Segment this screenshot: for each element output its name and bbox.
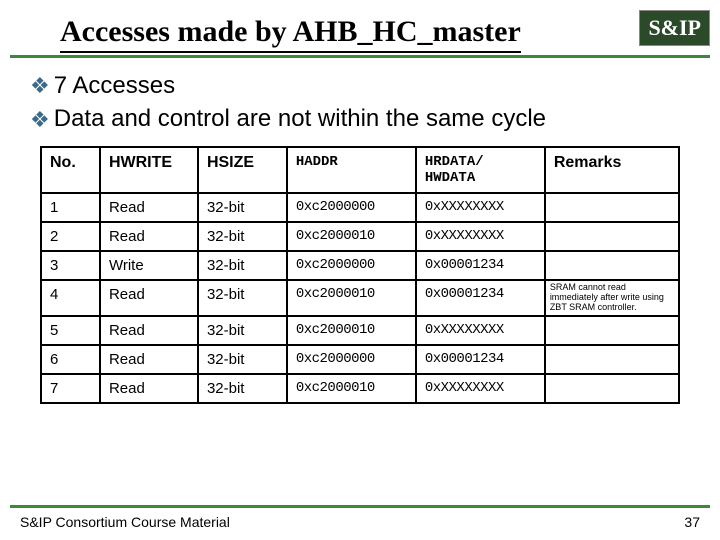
- th-hdata: HRDATA/HWDATA: [416, 147, 545, 193]
- slide: Accesses made by AHB_HC_master S&IP ❖7 A…: [0, 0, 720, 540]
- cell-remarks: [545, 374, 679, 403]
- cell-haddr: 0xc2000000: [287, 193, 416, 222]
- cell-remarks: [545, 222, 679, 251]
- table-header-row: No. HWRITE HSIZE HADDR HRDATA/HWDATA Rem…: [41, 147, 679, 193]
- cell-hdata: 0xXXXXXXXX: [416, 193, 545, 222]
- cell-no: 3: [41, 251, 100, 280]
- th-remarks: Remarks: [545, 147, 679, 193]
- cell-haddr: 0xc2000010: [287, 374, 416, 403]
- cell-no: 6: [41, 345, 100, 374]
- cell-no: 7: [41, 374, 100, 403]
- diamond-icon: ❖: [30, 73, 50, 98]
- cell-hwrite: Read: [100, 280, 198, 316]
- access-table: No. HWRITE HSIZE HADDR HRDATA/HWDATA Rem…: [40, 146, 680, 404]
- cell-haddr: 0xc2000010: [287, 222, 416, 251]
- slide-title: Accesses made by AHB_HC_master: [60, 15, 521, 53]
- cell-no: 1: [41, 193, 100, 222]
- th-haddr: HADDR: [287, 147, 416, 193]
- cell-hdata: 0x00001234: [416, 251, 545, 280]
- table-row: 3Write32-bit0xc20000000x00001234: [41, 251, 679, 280]
- table-row: 2Read32-bit0xc20000100xXXXXXXXX: [41, 222, 679, 251]
- cell-hsize: 32-bit: [198, 316, 287, 345]
- logo-badge: S&IP: [639, 10, 710, 46]
- cell-haddr: 0xc2000000: [287, 345, 416, 374]
- cell-hdata: 0xXXXXXXXX: [416, 374, 545, 403]
- diamond-icon: ❖: [30, 107, 50, 132]
- cell-hdata: 0x00001234: [416, 280, 545, 316]
- cell-hsize: 32-bit: [198, 280, 287, 316]
- table-body: 1Read32-bit0xc20000000xXXXXXXXX2Read32-b…: [41, 193, 679, 403]
- cell-remarks: [545, 251, 679, 280]
- bullet-text: 7 Accesses: [54, 72, 175, 99]
- cell-haddr: 0xc2000000: [287, 251, 416, 280]
- cell-hwrite: Read: [100, 345, 198, 374]
- th-no: No.: [41, 147, 100, 193]
- cell-hsize: 32-bit: [198, 374, 287, 403]
- footer-divider: [10, 505, 710, 508]
- header: Accesses made by AHB_HC_master S&IP: [0, 0, 720, 53]
- bullet-item: ❖Data and control are not within the sam…: [30, 103, 690, 134]
- cell-no: 5: [41, 316, 100, 345]
- cell-no: 2: [41, 222, 100, 251]
- cell-remarks: [545, 345, 679, 374]
- table-row: 1Read32-bit0xc20000000xXXXXXXXX: [41, 193, 679, 222]
- table-container: No. HWRITE HSIZE HADDR HRDATA/HWDATA Rem…: [0, 141, 720, 404]
- table-row: 4Read32-bit0xc20000100x00001234SRAM cann…: [41, 280, 679, 316]
- cell-hwrite: Read: [100, 316, 198, 345]
- cell-haddr: 0xc2000010: [287, 280, 416, 316]
- bullet-list: ❖7 Accesses ❖Data and control are not wi…: [0, 58, 720, 141]
- cell-remarks: [545, 193, 679, 222]
- cell-hwrite: Write: [100, 251, 198, 280]
- cell-hdata: 0xXXXXXXXX: [416, 222, 545, 251]
- footer-text: S&IP Consortium Course Material: [20, 514, 230, 530]
- cell-remarks: [545, 316, 679, 345]
- cell-hsize: 32-bit: [198, 345, 287, 374]
- cell-hwrite: Read: [100, 222, 198, 251]
- cell-hdata: 0xXXXXXXXX: [416, 316, 545, 345]
- cell-hdata: 0x00001234: [416, 345, 545, 374]
- table-row: 5Read32-bit0xc20000100xXXXXXXXX: [41, 316, 679, 345]
- page-number: 37: [684, 514, 700, 530]
- table-row: 6Read32-bit0xc20000000x00001234: [41, 345, 679, 374]
- bullet-text: Data and control are not within the same…: [54, 105, 546, 132]
- bullet-item: ❖7 Accesses: [30, 70, 690, 101]
- cell-remarks: SRAM cannot read immediately after write…: [545, 280, 679, 316]
- cell-hwrite: Read: [100, 193, 198, 222]
- th-hsize: HSIZE: [198, 147, 287, 193]
- cell-haddr: 0xc2000010: [287, 316, 416, 345]
- cell-hsize: 32-bit: [198, 193, 287, 222]
- cell-hsize: 32-bit: [198, 251, 287, 280]
- cell-hsize: 32-bit: [198, 222, 287, 251]
- th-hwrite: HWRITE: [100, 147, 198, 193]
- table-row: 7Read32-bit0xc20000100xXXXXXXXX: [41, 374, 679, 403]
- cell-no: 4: [41, 280, 100, 316]
- cell-hwrite: Read: [100, 374, 198, 403]
